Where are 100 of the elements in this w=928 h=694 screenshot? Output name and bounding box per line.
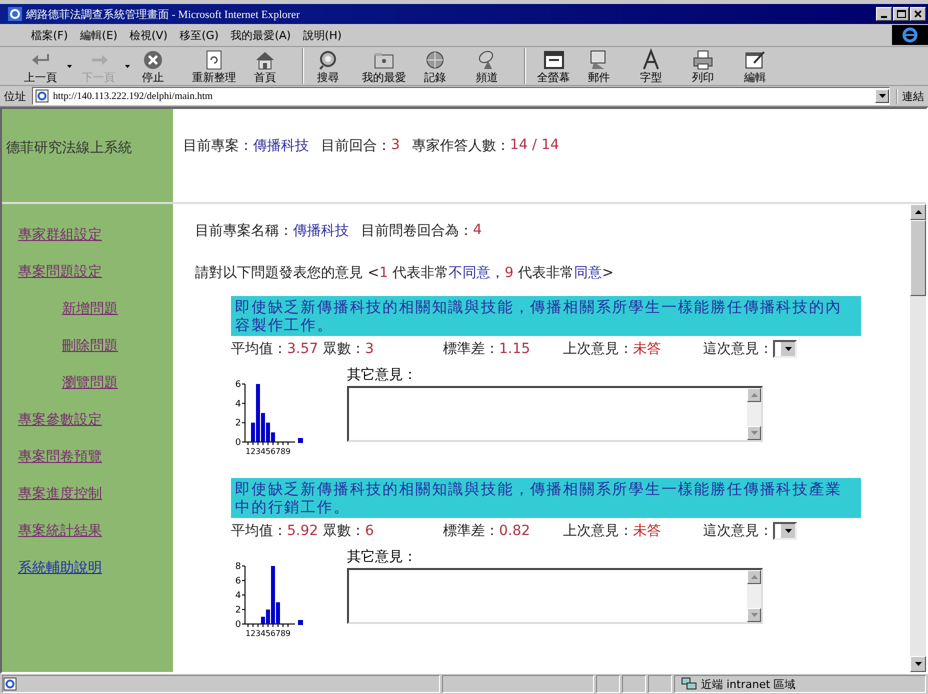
tick-label: 6 [270, 447, 276, 456]
stat-label: 上次意見： [563, 522, 633, 540]
back-button[interactable]: 上一頁 [16, 48, 74, 84]
favorites-button[interactable]: 我的最愛 [354, 48, 414, 84]
channels-button[interactable]: 頻道 [466, 48, 518, 84]
history-button[interactable]: 記錄 [414, 48, 466, 84]
refresh-button[interactable]: 重新整理 [184, 48, 244, 84]
stat-label: 標準差： [443, 522, 499, 540]
field-value: 傳播科技 [253, 137, 309, 155]
page-icon [35, 89, 49, 103]
edit-button[interactable]: 編輯 [734, 48, 786, 84]
stat-label: 平均值： [231, 340, 287, 358]
home-button[interactable]: 首頁 [244, 48, 296, 84]
field-label: 目前專案名稱： [195, 222, 293, 241]
x-axis [244, 624, 296, 628]
stat-label: 平均值： [231, 522, 287, 540]
tick-label: 3 [255, 629, 261, 638]
tick-label: 7 [275, 447, 281, 456]
y-axis [242, 566, 246, 624]
menu-item[interactable]: 說明(H) [300, 28, 345, 42]
field-label: 目前專案： [183, 137, 253, 155]
system-title: 德菲研究法線上系統 [6, 140, 132, 156]
stat-value: 3 [365, 341, 374, 357]
sidebar-link[interactable]: 專案進度控制 [18, 485, 102, 503]
scroll-thumb[interactable] [910, 220, 926, 296]
scroll-up-button[interactable] [910, 204, 926, 220]
sidebar-link[interactable]: 專案統計結果 [18, 522, 102, 540]
stat-value: 6 [365, 523, 374, 539]
field-label: 目前問卷回合為： [361, 222, 473, 241]
tick-label: 9 [285, 447, 291, 456]
menu-item[interactable]: 我的最愛(A) [228, 28, 294, 42]
close-button[interactable] [910, 7, 926, 21]
tick-label: 4 [260, 629, 266, 638]
scroll-up-button[interactable] [747, 570, 761, 584]
tick-label: 8 [235, 562, 241, 572]
menu-item[interactable]: 編輯(E) [76, 28, 120, 42]
status-panel [596, 675, 620, 693]
down-arrow-icon [750, 431, 758, 435]
stat-label: 眾數： [323, 522, 365, 540]
window-title: 網路德菲法調查系統管理畫面 - Microsoft Internet Explorer [26, 8, 301, 22]
question-text: 即使缺乏新傳播科技的相關知識與技能，傳播相關系所學生一樣能勝任傳播科技產業中的行銷工作。 [231, 478, 861, 518]
dropdown-button[interactable] [875, 89, 889, 103]
caret-icon [784, 529, 792, 533]
sidebar-link[interactable]: 刪除問題 [62, 337, 118, 355]
sidebar-link[interactable]: 專案問題設定 [18, 263, 102, 281]
tick-label: 8 [280, 629, 286, 638]
stat-value: 3.57 [287, 341, 318, 357]
sidebar-link[interactable]: 系統輔助說明 [18, 559, 102, 577]
menu-item[interactable]: 檢視(V) [126, 28, 171, 42]
sidebar-link[interactable]: 專案參數設定 [18, 411, 102, 429]
menu-item[interactable]: 檔案(F) [28, 28, 71, 42]
legend-marker [298, 620, 303, 625]
stat-value: 5.92 [287, 523, 318, 539]
sidebar-link[interactable]: 新增問題 [62, 300, 118, 318]
tick-label: 4 [235, 399, 241, 410]
print-button[interactable]: 列印 [682, 48, 734, 84]
fullscreen-button[interactable]: 全螢幕 [524, 48, 578, 84]
scroll-up-button[interactable] [747, 388, 761, 402]
tick-label: 1 [245, 447, 251, 456]
maximize-icon [896, 10, 906, 18]
caret-icon [67, 64, 72, 68]
browser-logo-icon [892, 25, 928, 45]
mail-button[interactable]: 郵件 [578, 48, 630, 84]
stat-value: 1.15 [499, 341, 530, 357]
caret-icon [125, 64, 130, 68]
font-button[interactable]: 字型 [630, 48, 682, 84]
address-field[interactable]: http://140.113.222.192/delphi/main.htm [32, 87, 890, 105]
links-button[interactable]: 連結 [896, 88, 924, 104]
field-value: 3 [391, 137, 400, 153]
sidebar-link[interactable]: 瀏覽問題 [62, 374, 118, 392]
menu-item[interactable]: 移至(G) [176, 28, 222, 42]
status-panel [648, 675, 672, 693]
down-arrow-icon [750, 613, 758, 617]
tick-label: 9 [285, 629, 291, 638]
caret-icon [784, 347, 792, 351]
stat-label: 標準差： [443, 340, 499, 358]
minimize-button[interactable] [876, 7, 892, 21]
sidebar-link[interactable]: 專案問卷預覽 [18, 448, 102, 466]
maximize-button[interactable] [893, 7, 909, 21]
comment-field[interactable] [347, 386, 763, 442]
comment-field[interactable] [347, 568, 763, 624]
opinion-dropdown[interactable] [773, 340, 797, 358]
tick-label: 1 [245, 629, 251, 638]
scroll-down-button[interactable] [747, 608, 761, 622]
opinion-dropdown[interactable] [773, 522, 797, 540]
field-value: 4 [473, 222, 482, 240]
x-axis [244, 442, 296, 446]
caret-icon [878, 94, 886, 98]
stop-button[interactable]: 停止 [132, 48, 184, 84]
field-value: 傳播科技 [293, 222, 349, 241]
tick-label: 2 [235, 606, 241, 616]
scroll-down-button[interactable] [747, 426, 761, 440]
tick-label: 8 [280, 447, 286, 456]
search-button[interactable]: 搜尋 [302, 48, 354, 84]
scroll-down-button[interactable] [910, 656, 926, 672]
stat-value: 0.82 [499, 523, 530, 539]
stat-label: 這次意見： [703, 340, 773, 358]
sidebar-link[interactable]: 專家群組設定 [18, 226, 102, 244]
scrollbar[interactable] [910, 204, 926, 672]
tick-label: 6 [235, 380, 241, 390]
